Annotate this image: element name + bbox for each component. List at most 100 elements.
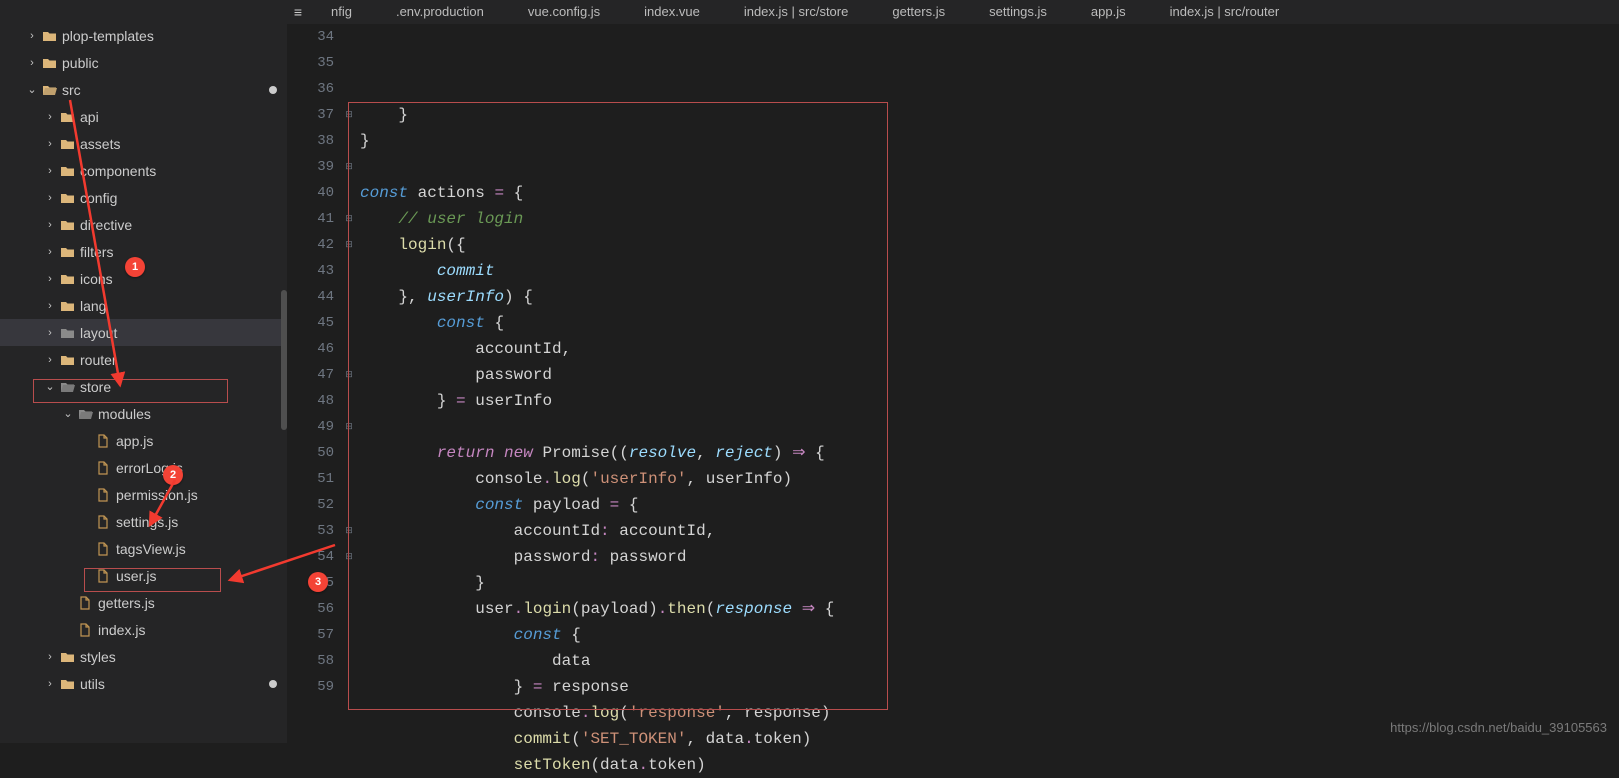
code-line[interactable]: accountId: accountId, bbox=[360, 518, 1619, 544]
fold-marker[interactable] bbox=[344, 24, 354, 50]
fold-marker[interactable] bbox=[344, 570, 354, 596]
fold-marker[interactable] bbox=[344, 310, 354, 336]
tree-item-label: styles bbox=[80, 649, 116, 665]
folder-icon bbox=[40, 30, 58, 42]
fold-marker[interactable]: ⊟ bbox=[344, 544, 354, 570]
code-line[interactable]: return new Promise((resolve, reject) ⇒ { bbox=[360, 440, 1619, 466]
line-number: 40 bbox=[287, 180, 334, 206]
tree-folder[interactable]: ›components bbox=[0, 157, 287, 184]
tree-folder[interactable]: ›layout bbox=[0, 319, 287, 346]
tree-item-label: filters bbox=[80, 244, 113, 260]
editor-tab[interactable]: index.js | src/store bbox=[722, 0, 871, 24]
code-line[interactable]: const actions = { bbox=[360, 180, 1619, 206]
file-icon bbox=[76, 596, 94, 610]
code-line[interactable]: const payload = { bbox=[360, 492, 1619, 518]
tree-folder[interactable]: ›router bbox=[0, 346, 287, 373]
tree-folder[interactable]: ›plop-templates bbox=[0, 22, 287, 49]
tree-file[interactable]: ·settings.js bbox=[0, 508, 287, 535]
annotation-circle-2: 2 bbox=[163, 465, 183, 485]
fold-marker[interactable] bbox=[344, 76, 354, 102]
fold-marker[interactable] bbox=[344, 284, 354, 310]
fold-marker[interactable] bbox=[344, 388, 354, 414]
code-line[interactable]: } bbox=[360, 570, 1619, 596]
fold-marker[interactable] bbox=[344, 466, 354, 492]
tree-file[interactable]: ·app.js bbox=[0, 427, 287, 454]
editor-tab[interactable]: index.js | src/router bbox=[1148, 0, 1302, 24]
tree-file[interactable]: ·tagsView.js bbox=[0, 535, 287, 562]
code-line[interactable]: console.log('userInfo', userInfo) bbox=[360, 466, 1619, 492]
tree-folder[interactable]: ›directive bbox=[0, 211, 287, 238]
code-line[interactable]: login({ bbox=[360, 232, 1619, 258]
line-number: 57 bbox=[287, 622, 334, 648]
editor-tab[interactable]: app.js bbox=[1069, 0, 1148, 24]
fold-marker[interactable]: ⊟ bbox=[344, 232, 354, 258]
fold-marker[interactable] bbox=[344, 336, 354, 362]
fold-marker[interactable] bbox=[344, 622, 354, 648]
tree-folder[interactable]: ⌄src bbox=[0, 76, 287, 103]
fold-marker[interactable] bbox=[344, 50, 354, 76]
folder-icon bbox=[58, 354, 76, 366]
code-line[interactable]: user.login(payload).then(response ⇒ { bbox=[360, 596, 1619, 622]
tabs-overflow-icon[interactable]: ≡ bbox=[287, 4, 309, 20]
code-line[interactable]: // user login bbox=[360, 206, 1619, 232]
fold-marker[interactable] bbox=[344, 492, 354, 518]
tree-file[interactable]: ·errorLog.js bbox=[0, 454, 287, 481]
folder-icon bbox=[40, 84, 58, 96]
fold-marker[interactable]: ⊟ bbox=[344, 362, 354, 388]
tree-folder[interactable]: ›public bbox=[0, 49, 287, 76]
tree-folder[interactable]: ⌄store bbox=[0, 373, 287, 400]
tree-folder[interactable]: ›config bbox=[0, 184, 287, 211]
code-line[interactable]: } bbox=[360, 128, 1619, 154]
tree-file[interactable]: ·permission.js bbox=[0, 481, 287, 508]
code-line[interactable]: } bbox=[360, 102, 1619, 128]
fold-marker[interactable] bbox=[344, 180, 354, 206]
code-line[interactable] bbox=[360, 414, 1619, 440]
code-line[interactable]: }, userInfo) { bbox=[360, 284, 1619, 310]
fold-marker[interactable]: ⊟ bbox=[344, 206, 354, 232]
tree-folder[interactable]: ⌄modules bbox=[0, 400, 287, 427]
fold-column[interactable]: ⊟⊟⊟⊟⊟⊟⊟⊟ bbox=[344, 24, 354, 743]
fold-marker[interactable] bbox=[344, 648, 354, 674]
fold-marker[interactable]: ⊟ bbox=[344, 102, 354, 128]
file-explorer-sidebar[interactable]: ›plop-templates›public⌄src›api›assets›co… bbox=[0, 0, 287, 743]
code-line[interactable]: const { bbox=[360, 310, 1619, 336]
tree-file[interactable]: ·getters.js bbox=[0, 589, 287, 616]
folder-icon bbox=[58, 138, 76, 150]
editor-tab[interactable]: nfig bbox=[309, 0, 374, 24]
code-line[interactable]: accountId, bbox=[360, 336, 1619, 362]
fold-marker[interactable] bbox=[344, 258, 354, 284]
fold-marker[interactable] bbox=[344, 596, 354, 622]
editor-tab[interactable]: index.vue bbox=[622, 0, 722, 24]
tree-folder[interactable]: ›lang bbox=[0, 292, 287, 319]
folder-icon bbox=[58, 678, 76, 690]
code-line[interactable]: setToken(data.token) bbox=[360, 752, 1619, 778]
code-line[interactable]: } = response bbox=[360, 674, 1619, 700]
code-line[interactable] bbox=[360, 154, 1619, 180]
fold-marker[interactable] bbox=[344, 128, 354, 154]
editor-tab[interactable]: vue.config.js bbox=[506, 0, 622, 24]
fold-marker[interactable]: ⊟ bbox=[344, 414, 354, 440]
fold-marker[interactable]: ⊟ bbox=[344, 518, 354, 544]
tree-folder[interactable]: ›utils bbox=[0, 670, 287, 697]
code-line[interactable]: password: password bbox=[360, 544, 1619, 570]
editor-tab[interactable]: getters.js bbox=[870, 0, 967, 24]
tree-folder[interactable]: ›api bbox=[0, 103, 287, 130]
code-editor[interactable]: 3435363738394041424344454647484950515253… bbox=[287, 24, 1619, 743]
code-line[interactable]: commit bbox=[360, 258, 1619, 284]
fold-marker[interactable] bbox=[344, 440, 354, 466]
tree-file[interactable]: ·user.js bbox=[0, 562, 287, 589]
line-number: 54 bbox=[287, 544, 334, 570]
code-line[interactable]: } = userInfo bbox=[360, 388, 1619, 414]
code-line[interactable]: data bbox=[360, 648, 1619, 674]
code-line[interactable]: const { bbox=[360, 622, 1619, 648]
line-number: 41 bbox=[287, 206, 334, 232]
fold-marker[interactable]: ⊟ bbox=[344, 154, 354, 180]
editor-tab[interactable]: .env.production bbox=[374, 0, 506, 24]
code-area[interactable]: }} const actions = { // user login login(… bbox=[354, 24, 1619, 743]
code-line[interactable]: password bbox=[360, 362, 1619, 388]
fold-marker[interactable] bbox=[344, 674, 354, 700]
tree-file[interactable]: ·index.js bbox=[0, 616, 287, 643]
editor-tab[interactable]: settings.js bbox=[967, 0, 1069, 24]
tree-folder[interactable]: ›assets bbox=[0, 130, 287, 157]
tree-folder[interactable]: ›styles bbox=[0, 643, 287, 670]
